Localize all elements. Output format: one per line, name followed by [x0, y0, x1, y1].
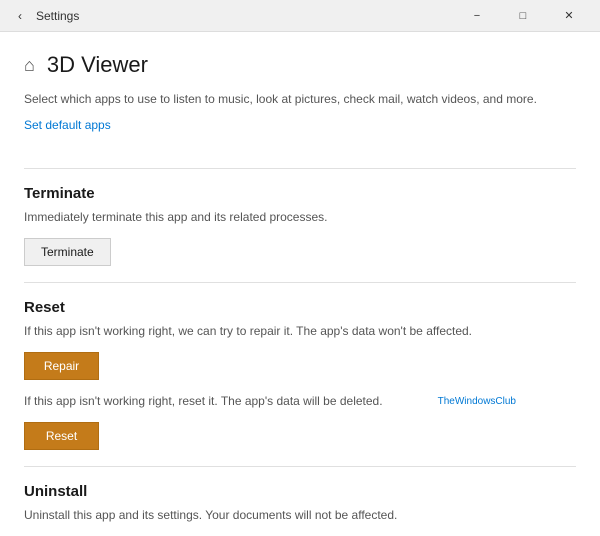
uninstall-section: Uninstall Uninstall this app and its set…	[24, 483, 576, 536]
uninstall-title: Uninstall	[24, 483, 576, 500]
terminate-button[interactable]: Terminate	[24, 238, 111, 266]
divider-3	[24, 466, 576, 467]
repair-description: If this app isn't working right, we can …	[24, 322, 576, 340]
divider-2	[24, 282, 576, 283]
home-icon: ⌂	[24, 55, 35, 76]
page-title: 3D Viewer	[47, 52, 148, 78]
uninstall-description: Uninstall this app and its settings. You…	[24, 506, 576, 524]
window-controls: − □ ✕	[454, 0, 592, 32]
reset-section: Reset If this app isn't working right, w…	[24, 299, 576, 450]
minimize-button[interactable]: −	[454, 0, 500, 32]
maximize-button[interactable]: □	[500, 0, 546, 32]
reset-title: Reset	[24, 299, 576, 316]
close-button[interactable]: ✕	[546, 0, 592, 32]
terminate-section: Terminate Immediately terminate this app…	[24, 185, 576, 266]
page-header: ⌂ 3D Viewer	[24, 52, 576, 78]
default-apps-link[interactable]: Set default apps	[24, 118, 111, 132]
divider-1	[24, 168, 576, 169]
page-description: Select which apps to use to listen to mu…	[24, 90, 576, 108]
reset-button[interactable]: Reset	[24, 422, 99, 450]
title-bar: ‹ Settings − □ ✕	[0, 0, 600, 32]
main-content: ⌂ 3D Viewer Select which apps to use to …	[0, 32, 600, 536]
watermark-text: TheWindowsClub	[438, 396, 516, 407]
terminate-title: Terminate	[24, 185, 576, 202]
repair-button[interactable]: Repair	[24, 352, 99, 380]
terminate-description: Immediately terminate this app and its r…	[24, 208, 576, 226]
title-bar-title: Settings	[36, 9, 454, 23]
back-icon: ‹	[18, 9, 22, 23]
back-button[interactable]: ‹	[8, 4, 32, 28]
